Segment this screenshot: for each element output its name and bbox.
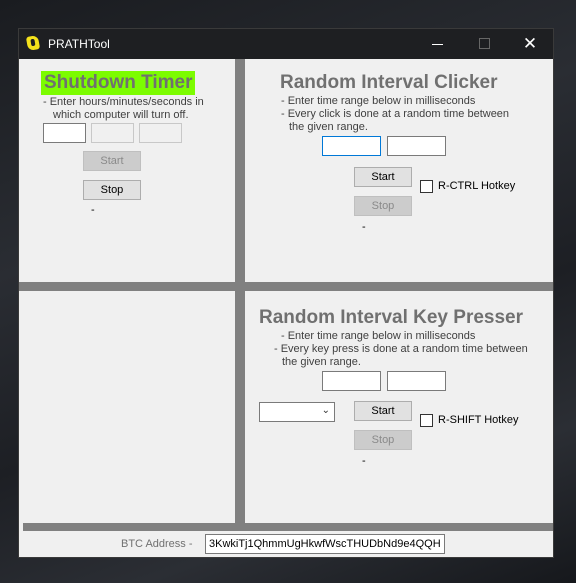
btc-address-label: BTC Address - bbox=[121, 538, 193, 550]
horizontal-divider bbox=[19, 282, 553, 291]
btc-address-field[interactable]: 3KwkiTj1QhmmUgHkwfWscTHUDbNd9e4QQH bbox=[205, 534, 445, 554]
minimize-button[interactable] bbox=[415, 29, 461, 59]
shutdown-desc-line1: - Enter hours/minutes/seconds in bbox=[43, 96, 204, 108]
shutdown-hours-input[interactable] bbox=[43, 123, 86, 143]
presser-desc-line3: the given range. bbox=[282, 356, 361, 368]
clicker-stop-button[interactable]: Stop bbox=[354, 196, 412, 216]
shutdown-status: - bbox=[91, 204, 95, 216]
shutdown-minutes-input[interactable] bbox=[91, 123, 134, 143]
shutdown-stop-button[interactable]: Stop bbox=[83, 180, 141, 200]
shutdown-timer-title: Shutdown Timer bbox=[41, 71, 196, 95]
minimize-icon bbox=[432, 44, 443, 45]
title-bar[interactable]: PRATHTool ✕ bbox=[19, 29, 553, 59]
shutdown-start-button[interactable]: Start bbox=[83, 151, 141, 171]
app-window: PRATHTool ✕ Shutdown Timer - Enter hours… bbox=[18, 28, 554, 558]
presser-max-input[interactable] bbox=[387, 371, 446, 391]
clicker-title: Random Interval Clicker bbox=[280, 72, 498, 93]
footer-divider bbox=[23, 523, 553, 531]
maximize-button bbox=[461, 29, 507, 59]
clicker-max-input[interactable] bbox=[387, 136, 446, 156]
clicker-hotkey-checkbox[interactable] bbox=[420, 180, 433, 193]
clicker-min-input[interactable] bbox=[322, 136, 381, 156]
app-logo-icon bbox=[25, 35, 41, 51]
window-title: PRATHTool bbox=[48, 37, 110, 51]
clicker-start-button[interactable]: Start bbox=[354, 167, 412, 187]
presser-title: Random Interval Key Presser bbox=[259, 307, 524, 328]
vertical-divider-bottom bbox=[235, 291, 245, 523]
chevron-down-icon: ⌄ bbox=[321, 405, 330, 416]
clicker-desc-line2: - Every click is done at a random time b… bbox=[281, 108, 510, 120]
presser-key-select[interactable]: ⌄ bbox=[259, 402, 335, 422]
maximize-icon bbox=[479, 38, 490, 49]
clicker-desc-line3: the given range. bbox=[289, 121, 368, 133]
clicker-hotkey-label[interactable]: R-CTRL Hotkey bbox=[438, 180, 515, 192]
presser-hotkey-checkbox[interactable] bbox=[420, 414, 433, 427]
clicker-status: - bbox=[362, 221, 366, 233]
close-button[interactable]: ✕ bbox=[507, 29, 553, 59]
presser-desc-line2: - Every key press is done at a random ti… bbox=[274, 343, 528, 355]
shutdown-seconds-input[interactable] bbox=[139, 123, 182, 143]
presser-desc-line1: - Enter time range below in milliseconds bbox=[281, 330, 476, 342]
presser-stop-button[interactable]: Stop bbox=[354, 430, 412, 450]
presser-start-button[interactable]: Start bbox=[354, 401, 412, 421]
close-icon: ✕ bbox=[522, 34, 538, 53]
presser-hotkey-label[interactable]: R-SHIFT Hotkey bbox=[438, 414, 518, 426]
presser-min-input[interactable] bbox=[322, 371, 381, 391]
shutdown-desc-line2: which computer will turn off. bbox=[53, 109, 189, 121]
presser-status: - bbox=[362, 455, 366, 467]
clicker-desc-line1: - Enter time range below in milliseconds bbox=[281, 95, 476, 107]
vertical-divider-top bbox=[235, 59, 245, 283]
